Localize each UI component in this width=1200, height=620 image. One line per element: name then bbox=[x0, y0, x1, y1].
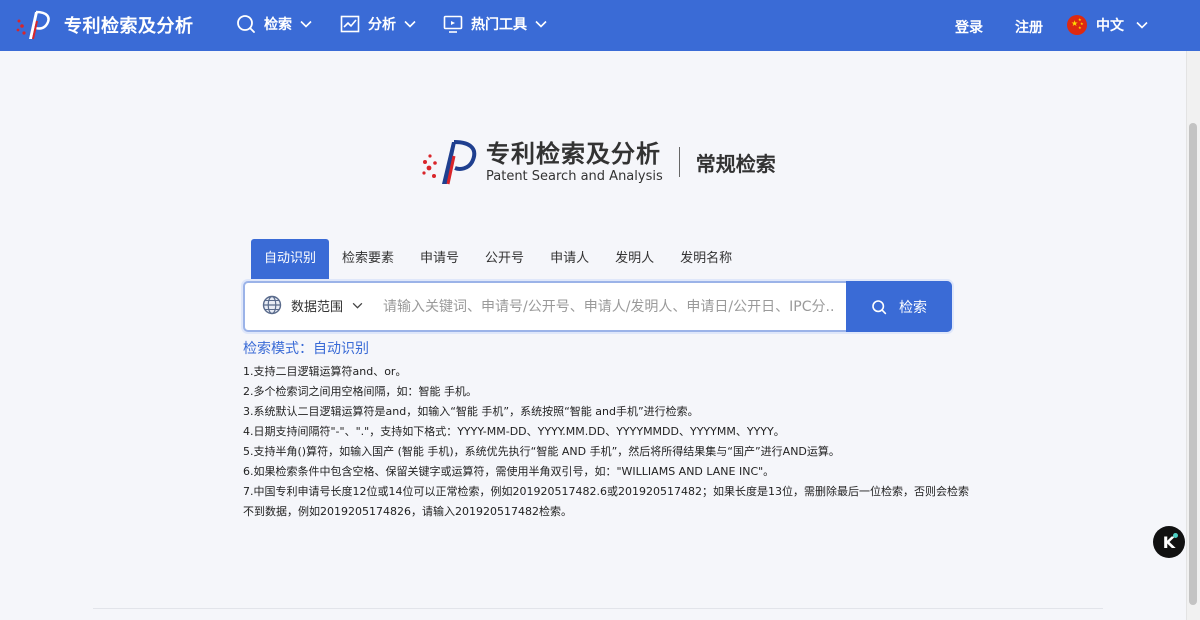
help-line: 6.如果检索条件中包含空格、保留关键字或运算符，需使用半角双引号，如："WILL… bbox=[243, 465, 775, 478]
login-link[interactable]: 登录 bbox=[955, 17, 983, 37]
chevron-down-icon bbox=[535, 20, 547, 28]
help-line: 2.多个检索词之间用空格间隔，如：智能 手机。 bbox=[243, 385, 477, 398]
help-line: 5.支持半角()算符，如输入国产 (智能 手机)，系统优先执行“智能 AND 手… bbox=[243, 445, 840, 458]
notification-dot bbox=[1173, 533, 1178, 538]
chart-icon bbox=[340, 15, 360, 33]
tab-invention-title[interactable]: 发明名称 bbox=[667, 239, 745, 279]
globe-icon bbox=[262, 295, 282, 315]
china-flag-icon: ★ ★ ★ ★ bbox=[1067, 15, 1087, 35]
nav-analysis-label: 分析 bbox=[368, 17, 396, 33]
vertical-scrollbar[interactable] bbox=[1186, 51, 1200, 620]
scrollbar-thumb[interactable] bbox=[1189, 123, 1197, 605]
brand-title: 专利检索及分析 bbox=[64, 16, 194, 37]
chevron-down-icon bbox=[352, 302, 363, 309]
monitor-icon bbox=[443, 15, 463, 33]
search-input[interactable] bbox=[383, 291, 833, 323]
help-list: 1.支持二目逻辑运算符and、or。 2.多个检索词之间用空格间隔，如：智能 手… bbox=[243, 362, 969, 522]
language-label: 中文 bbox=[1096, 18, 1124, 34]
chevron-down-icon bbox=[1136, 21, 1148, 29]
tab-publication-number[interactable]: 公开号 bbox=[472, 239, 537, 279]
data-scope-label: 数据范围 bbox=[291, 299, 344, 315]
hero-logo-english: Patent Search and Analysis bbox=[486, 169, 663, 184]
tab-applicant[interactable]: 申请人 bbox=[537, 239, 602, 279]
search-button[interactable]: 检索 bbox=[846, 281, 952, 332]
nav-search[interactable]: 检索 bbox=[236, 14, 312, 34]
nav-analysis[interactable]: 分析 bbox=[340, 14, 416, 34]
search-button-label: 检索 bbox=[899, 299, 927, 316]
patent-logo-icon bbox=[16, 10, 50, 40]
search-mode-title: 常规检索 bbox=[695, 151, 776, 176]
nav-search-label: 检索 bbox=[264, 17, 292, 33]
register-link[interactable]: 注册 bbox=[1015, 17, 1043, 37]
help-line: 3.系统默认二目逻辑运算符是and，如输入“智能 手机”，系统按照“智能 and… bbox=[243, 405, 699, 418]
help-title: 检索模式：自动识别 bbox=[243, 341, 369, 357]
search-icon bbox=[237, 15, 255, 33]
hero-logo: 专利检索及分析 Patent Search and Analysis 常规检索 bbox=[420, 138, 776, 186]
nav-hot-tools-label: 热门工具 bbox=[471, 17, 527, 33]
brand[interactable]: 专利检索及分析 bbox=[14, 9, 194, 41]
search-type-tabs: 自动识别 检索要素 申请号 公开号 申请人 发明人 发明名称 bbox=[251, 239, 745, 279]
help-line: 4.日期支持间隔符"-"、"."，支持如下格式：YYYY-MM-DD、YYYY.… bbox=[243, 425, 785, 438]
top-navigation-bar: 专利检索及分析 检索 分析 热门工具 登录 注册 ★ ★ ★ ★ 中文 bbox=[0, 0, 1200, 51]
tab-application-number[interactable]: 申请号 bbox=[407, 239, 472, 279]
chevron-down-icon bbox=[300, 20, 312, 28]
hero-logo-chinese: 专利检索及分析 bbox=[486, 139, 661, 168]
tab-auto-detect[interactable]: 自动识别 bbox=[251, 239, 330, 279]
help-line: 1.支持二目逻辑运算符and、or。 bbox=[243, 365, 407, 378]
divider bbox=[678, 147, 680, 177]
footer-divider bbox=[93, 608, 1103, 609]
chevron-down-icon bbox=[404, 20, 416, 28]
language-selector[interactable]: ★ ★ ★ ★ 中文 bbox=[1067, 15, 1148, 35]
tab-inventor[interactable]: 发明人 bbox=[602, 239, 667, 279]
help-line: 不到数据，例如2019205174826，请输入201920517482检索。 bbox=[243, 505, 572, 518]
assistant-floating-button[interactable]: K bbox=[1153, 526, 1185, 558]
nav-hot-tools[interactable]: 热门工具 bbox=[443, 14, 547, 34]
data-scope-dropdown[interactable]: 数据范围 bbox=[262, 295, 363, 315]
search-box: 数据范围 检索 bbox=[243, 281, 952, 332]
tab-search-elements[interactable]: 检索要素 bbox=[329, 239, 407, 279]
search-icon bbox=[872, 299, 887, 314]
patent-logo-icon bbox=[422, 140, 477, 185]
help-line: 7.中国专利申请号长度12位或14位可以正常检索，例如201920517482.… bbox=[243, 485, 969, 498]
